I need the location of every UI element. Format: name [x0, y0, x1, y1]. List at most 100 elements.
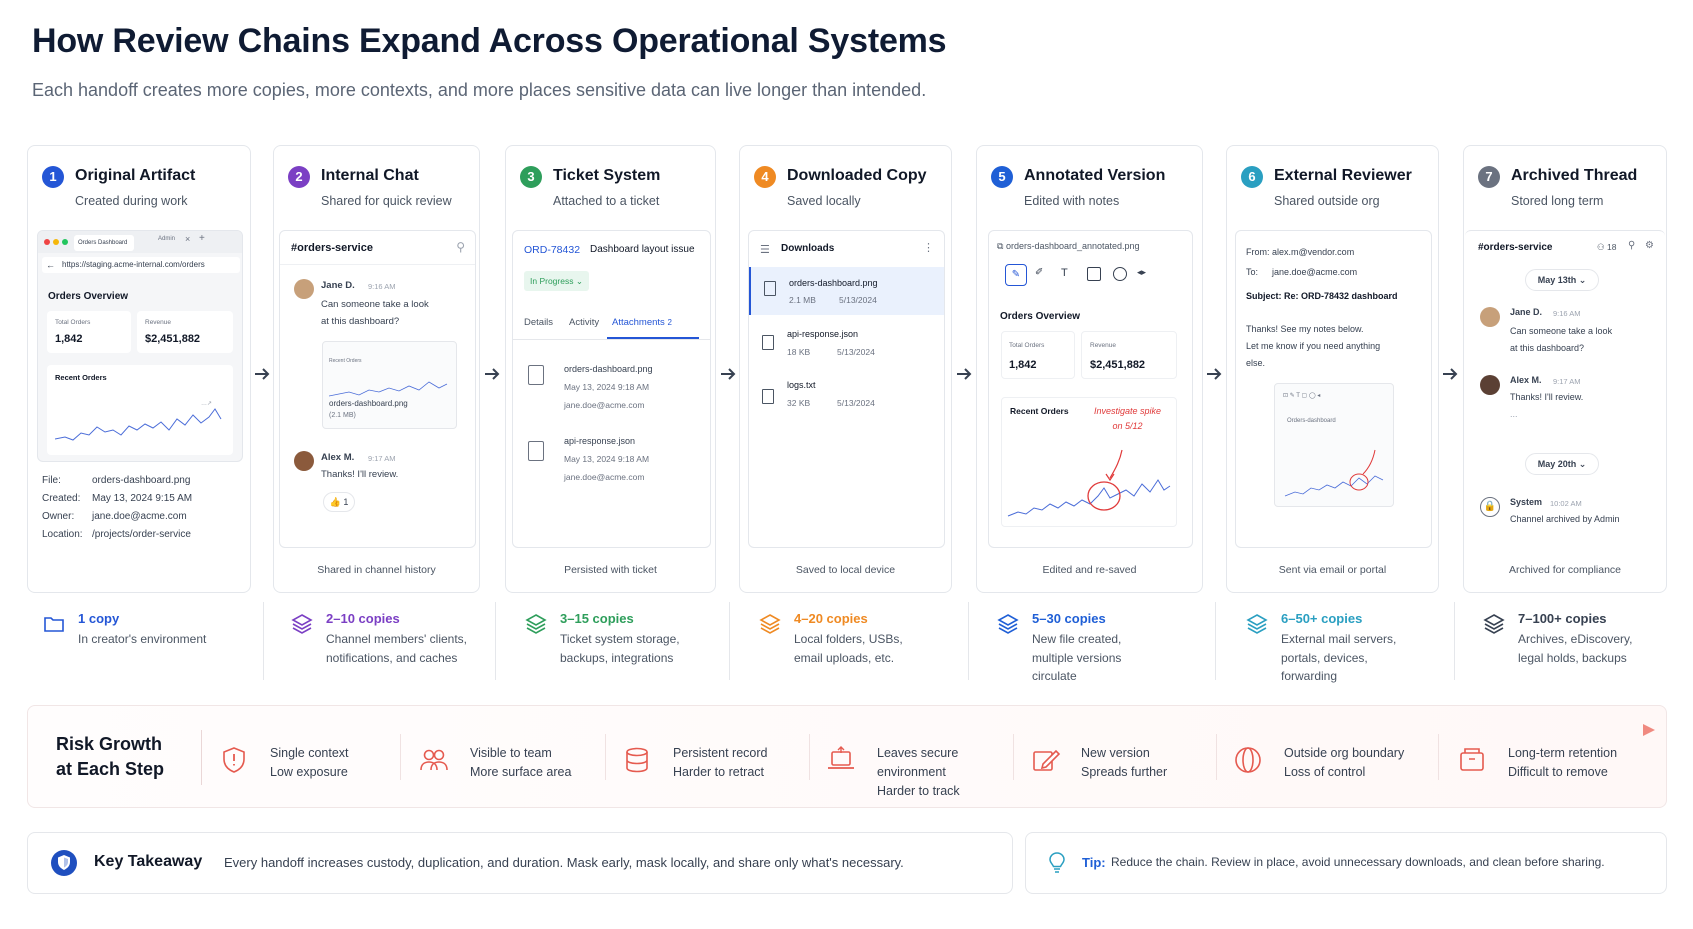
step-number-badge: 7	[1478, 166, 1500, 188]
tab-attachments[interactable]: Attachments 2	[612, 317, 672, 328]
risk-divider	[1013, 734, 1014, 780]
meta-value: jane.doe@acme.com	[92, 511, 187, 522]
meta-key: Created:	[42, 493, 81, 504]
menu-icon[interactable]: ☰	[760, 243, 770, 256]
browser-tab[interactable]: Orders Dashboard	[74, 235, 134, 251]
divider	[495, 602, 496, 680]
risk-divider	[809, 734, 810, 780]
back-arrow-icon[interactable]: ←	[46, 257, 55, 273]
reaction-pill[interactable]: 👍 1	[323, 492, 355, 512]
divider	[968, 602, 969, 680]
layers-icon	[759, 614, 781, 634]
pin-icon[interactable]: ⚲	[1628, 240, 1635, 251]
step-card-external-reviewer: 6 External Reviewer Shared outside org F…	[1226, 145, 1439, 593]
step-number-badge: 1	[42, 166, 64, 188]
step-number-badge: 6	[1241, 166, 1263, 188]
attachment-name[interactable]: orders-dashboard.png	[564, 364, 653, 374]
settings-icon[interactable]: ⚙	[1645, 240, 1654, 251]
rectangle-tool-icon[interactable]	[1087, 267, 1101, 281]
tab-activity[interactable]: Activity	[569, 317, 599, 328]
stat-value: 1,842	[55, 333, 83, 345]
risk-text: Outside org boundary Loss of control	[1284, 746, 1405, 779]
step-subtitle: Saved locally	[787, 194, 861, 208]
message-text: Thanks! I'll review.	[1510, 392, 1584, 402]
step-title: Ticket System	[553, 167, 661, 184]
new-tab-icon[interactable]: +	[199, 233, 205, 244]
file-name: api-response.json	[787, 329, 859, 339]
step-title: Internal Chat	[321, 167, 419, 184]
step-subtitle: Shared for quick review	[321, 194, 452, 208]
ticket-id[interactable]: ORD-78432	[524, 244, 580, 256]
attachment-size: (2.1 MB)	[329, 412, 356, 419]
message-time: 9:17 AM	[1553, 377, 1581, 386]
email-image-attachment[interactable]: ⊡ ✎ T ▢ ◯ ◂ Orders-dashboard	[1274, 383, 1394, 507]
folder-icon	[44, 617, 64, 632]
pen-tool-icon[interactable]: ✎	[1005, 264, 1027, 286]
step-number-badge: 3	[520, 166, 542, 188]
risk-divider	[400, 734, 401, 780]
members-count: ⚇ 18	[1597, 242, 1616, 253]
risk-divider	[1438, 734, 1439, 780]
annotated-chart	[1007, 449, 1171, 517]
members-icon: ⚇	[1597, 242, 1605, 252]
divider	[1215, 602, 1216, 680]
tab-details[interactable]: Details	[524, 317, 553, 328]
file-size: 2.1 MB	[789, 295, 816, 305]
message-author: Jane D.	[321, 280, 355, 291]
file-icon	[528, 441, 544, 461]
file-row[interactable]: logs.txt 32 KB 5/13/2024	[749, 375, 944, 423]
editor-filename: ⧉ orders-dashboard_annotated.png	[997, 241, 1140, 251]
shield-check-icon	[51, 850, 77, 876]
chevron-down-icon: ⌄	[1578, 275, 1587, 285]
browser-tab-admin[interactable]: Admin	[158, 236, 175, 242]
copies-item: 5–30 copies New file created, multiple v…	[984, 608, 1204, 683]
address-bar[interactable]: ← https://staging.acme-internal.com/orde…	[42, 257, 240, 273]
email-mockup: From: alex.m@vendor.com To: jane.doe@acme…	[1235, 230, 1432, 548]
copies-count: 5–30 copies	[1032, 611, 1106, 626]
copies-description: Local folders, USBs, email uploads, etc.	[794, 632, 903, 665]
file-name: orders-dashboard.png	[789, 278, 878, 288]
channel-name: #orders-service	[1478, 242, 1553, 253]
risk-divider	[1216, 734, 1217, 780]
message-author: Jane D.	[1510, 307, 1543, 317]
more-tools-icon[interactable]: ◂▸	[1137, 267, 1146, 278]
chat-mockup: #orders-service ⚲ Jane D. 9:16 AM Can so…	[279, 230, 476, 548]
email-body: Thanks! See my notes below. Let me know …	[1246, 324, 1381, 368]
risk-text: Long-term retention Difficult to remove	[1508, 746, 1618, 779]
date-divider[interactable]: May 20th ⌄	[1525, 453, 1599, 475]
message-time: 10:02 AM	[1550, 499, 1582, 508]
risk-trend-arrow	[203, 724, 1655, 736]
date-divider[interactable]: May 13th ⌄	[1525, 269, 1599, 291]
step-card-internal-chat: 2 Internal Chat Shared for quick review …	[273, 145, 480, 593]
status-dropdown[interactable]: In Progress ⌄	[524, 271, 589, 291]
close-tab-icon[interactable]: ×	[185, 234, 190, 244]
edit-icon	[1033, 749, 1061, 771]
copies-description: Archives, eDiscovery, legal holds, backu…	[1518, 632, 1633, 665]
copies-count: 6–50+ copies	[1281, 611, 1363, 626]
pencil-tool-icon[interactable]: ✐	[1035, 267, 1043, 278]
risk-divider	[201, 730, 202, 785]
step-footer: Saved to local device	[795, 564, 896, 576]
recent-orders-label: Recent Orders	[1010, 406, 1069, 416]
tip-label: Tip:	[1082, 855, 1106, 870]
page-subtitle: Each handoff creates more copies, more c…	[32, 80, 927, 100]
shape-tool-icon[interactable]	[1113, 267, 1127, 281]
message-text: Thanks! I'll review.	[321, 469, 399, 480]
date-label: May 20th	[1537, 459, 1577, 469]
copies-item: 7–100+ copies Archives, eDiscovery, lega…	[1470, 608, 1670, 680]
pin-icon[interactable]: ⚲	[456, 240, 465, 254]
kebab-menu-icon[interactable]: ⋮	[923, 241, 934, 254]
tab-label: Attachments	[612, 317, 665, 328]
image-attachment[interactable]: Recent Orders orders-dashboard.png (2.1 …	[322, 341, 457, 429]
copies-count: 7–100+ copies	[1518, 611, 1607, 626]
text-tool-icon[interactable]: T	[1061, 267, 1068, 279]
step-card-downloaded-copy: 4 Downloaded Copy Saved locally ☰ Downlo…	[739, 145, 952, 593]
svg-text:…↗: …↗	[201, 401, 212, 407]
thumbnail-chart	[1284, 449, 1384, 497]
attachment-name[interactable]: api-response.json	[564, 436, 635, 446]
file-row-selected[interactable]: orders-dashboard.png 2.1 MB 5/13/2024	[749, 267, 944, 315]
step-title: External Reviewer	[1274, 167, 1412, 184]
file-row[interactable]: api-response.json 18 KB 5/13/2024	[749, 321, 944, 369]
tip-panel: Tip: Reduce the chain. Review in place, …	[1025, 832, 1667, 894]
stat-value: $2,451,882	[1090, 359, 1146, 371]
